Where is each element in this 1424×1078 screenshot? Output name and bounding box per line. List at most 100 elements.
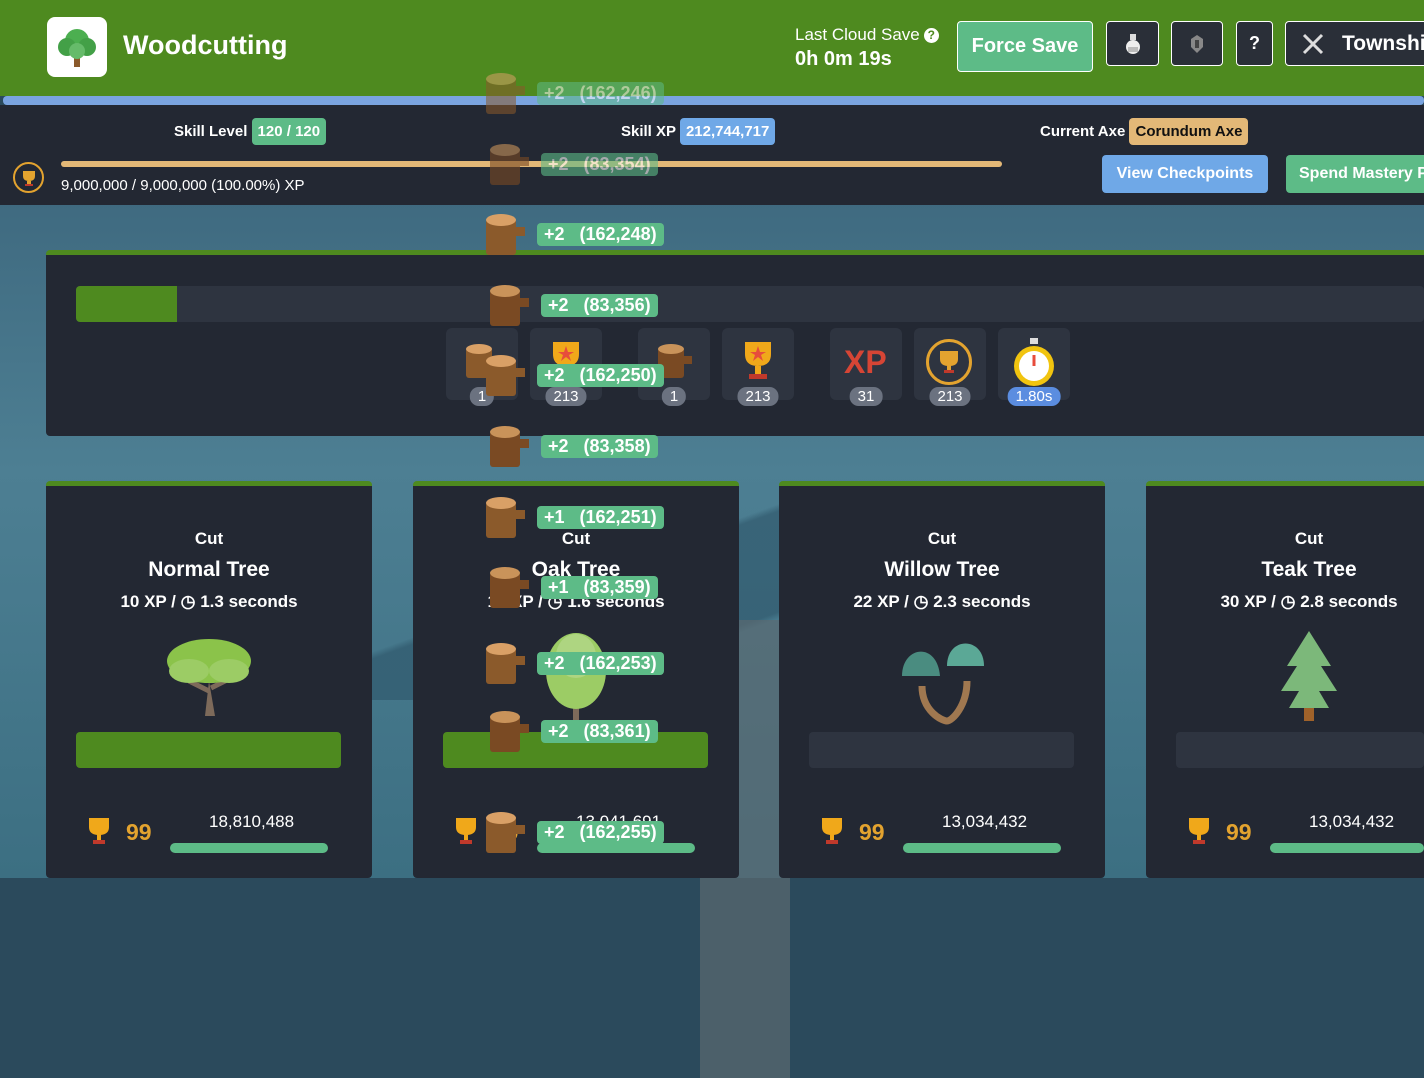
logs-icon (486, 812, 525, 853)
teak-tree-icon (1281, 631, 1337, 721)
card-mastery-bar (903, 843, 1061, 853)
current-axe-badge: Corundum Axe (1129, 118, 1249, 145)
logs-icon (486, 355, 525, 396)
card-tree-name: Normal Tree (148, 558, 270, 581)
drop-text: +2 (162,253) (537, 652, 664, 675)
stat-mastery-2: 213 (722, 328, 794, 406)
drop-text: +1 (162,251) (537, 506, 664, 529)
card-cut-label: Cut (194, 529, 224, 548)
card-mastery-xp: 18,810,488 (209, 812, 295, 831)
cloud-save-time: 0h 0m 19s (795, 48, 892, 70)
tree-icon (47, 17, 107, 77)
card-xp-time: 30 XP / ◷ 2.8 seconds (1146, 592, 1424, 612)
clock-icon: ◷ (913, 592, 929, 611)
card-mastery-bar (1270, 843, 1424, 853)
card-xp: 22 XP / (853, 592, 909, 611)
skill-level: Skill Level 120 / 120 (174, 118, 327, 145)
tree-card-oak[interactable]: Cut Oak Tree 15 XP / ◷ 1.6 seconds 99 13… (413, 481, 739, 878)
help-button[interactable]: ? (1236, 21, 1273, 66)
card-time: 1.3 seconds (200, 592, 298, 611)
skill-xp: Skill XP 212,744,717 (621, 118, 776, 145)
card-cut-label: Cut (927, 529, 957, 548)
card-time: 2.3 seconds (933, 592, 1031, 611)
potion-icon (1125, 33, 1140, 54)
card-mastery-level: 99 (1226, 819, 1252, 845)
clock-icon: ◷ (1280, 592, 1296, 611)
skill-info-bar: Skill Level 120 / 120 Skill XP 212,744,7… (0, 105, 1424, 205)
stat-count: 1 (661, 387, 687, 406)
drop-text: +2 (162,255) (537, 821, 664, 844)
card-cut-label: Cut (1294, 529, 1324, 548)
logs-icon (490, 567, 529, 608)
tree-card-teak[interactable]: Cut Teak Tree 30 XP / ◷ 2.8 seconds 99 1… (1146, 481, 1424, 878)
mastery-trophy-icon (456, 818, 476, 844)
mastery-trophy-icon (1189, 818, 1209, 844)
drop-text: +2 (162,250) (537, 364, 664, 387)
action-progress-bar (76, 286, 1424, 322)
skill-progress-text: 9,000,000 / 9,000,000 (100.00%) XP (61, 177, 305, 194)
view-checkpoints-button[interactable]: View Checkpoints (1102, 155, 1268, 193)
clock-icon: ◷ (180, 592, 196, 611)
township-label: Townshi (1342, 31, 1424, 55)
equipment-icon (1191, 34, 1203, 53)
tree-card-willow[interactable]: Cut Willow Tree 22 XP / ◷ 2.3 seconds 99… (779, 481, 1105, 878)
trophy-icon (745, 342, 771, 379)
logs-icon (490, 711, 529, 752)
spend-mastery-button[interactable]: Spend Mastery P (1286, 155, 1424, 193)
potion-button[interactable] (1106, 21, 1159, 66)
mastery-trophy-icon (13, 162, 44, 193)
skill-level-badge: 120 / 120 (251, 118, 327, 145)
card-time: 2.8 seconds (1300, 592, 1398, 611)
drop-text: +1 (83,359) (541, 576, 658, 599)
card-tree-name: Willow Tree (884, 558, 1000, 581)
cloud-save-label: Last Cloud Save? (795, 25, 939, 45)
stat-count: 31 (849, 387, 883, 406)
stat-count: 1.80s (1007, 387, 1061, 406)
card-xp: 10 XP / (120, 592, 176, 611)
card-mastery-level: 99 (859, 819, 885, 845)
help-circle-icon[interactable]: ? (923, 28, 939, 44)
drop-text: +2 (162,248) (537, 223, 664, 246)
drop-text: +2 (83,354) (541, 153, 658, 176)
card-mastery-bar (537, 843, 695, 853)
card-mastery-level: 99 (126, 819, 152, 845)
header-bar: Woodcutting Last Cloud Save? 0h 0m 19s F… (0, 0, 1424, 96)
logs-icon (486, 73, 525, 114)
drop-text: +2 (162,246) (537, 82, 664, 105)
card-progress-bar (76, 732, 341, 768)
card-xp-time: 10 XP / ◷ 1.3 seconds (46, 592, 372, 612)
stat-count: 213 (929, 387, 971, 406)
logs-icon (486, 497, 525, 538)
logs-icon (486, 214, 525, 255)
cloud-save-label-text: Last Cloud Save (795, 25, 920, 44)
card-xp-time: 22 XP / ◷ 2.3 seconds (779, 592, 1105, 612)
equipment-button[interactable] (1171, 21, 1223, 66)
oak-tree-icon (546, 633, 606, 721)
card-tree-name: Teak Tree (1261, 558, 1357, 581)
skill-xp-badge: 212,744,717 (679, 118, 776, 145)
drop-text: +2 (83,358) (541, 435, 658, 458)
skill-xp-label: Skill XP (621, 123, 676, 140)
card-mastery-xp: 13,034,432 (1309, 812, 1395, 831)
tree-card-normal[interactable]: Cut Normal Tree 10 XP / ◷ 1.3 seconds 99… (46, 481, 372, 878)
stat-count: 213 (737, 387, 779, 406)
top-progress-bar (3, 96, 1424, 105)
force-save-button[interactable]: Force Save (957, 21, 1093, 72)
stat-xp: XP 31 (830, 328, 902, 406)
stopwatch-icon (1014, 338, 1054, 386)
township-button[interactable]: Townshi (1285, 21, 1424, 66)
skill-level-label: Skill Level (174, 123, 248, 140)
mastery-trophy-icon (926, 339, 972, 385)
action-progress-fill (76, 286, 178, 322)
card-mastery-xp: 13,034,432 (942, 812, 1028, 831)
mastery-trophy-icon (89, 818, 109, 844)
current-axe: Current Axe Corundum Axe (1040, 118, 1249, 145)
stat-interval: 1.80s (998, 328, 1070, 406)
card-xp: 30 XP / (1220, 592, 1276, 611)
logs-icon (490, 144, 529, 185)
logs-icon (486, 643, 525, 684)
card-progress-bar (1176, 732, 1424, 768)
card-cut-label: Cut (561, 529, 591, 548)
stat-mastery-pool: 213 (914, 328, 986, 406)
mastery-trophy-icon (822, 818, 842, 844)
